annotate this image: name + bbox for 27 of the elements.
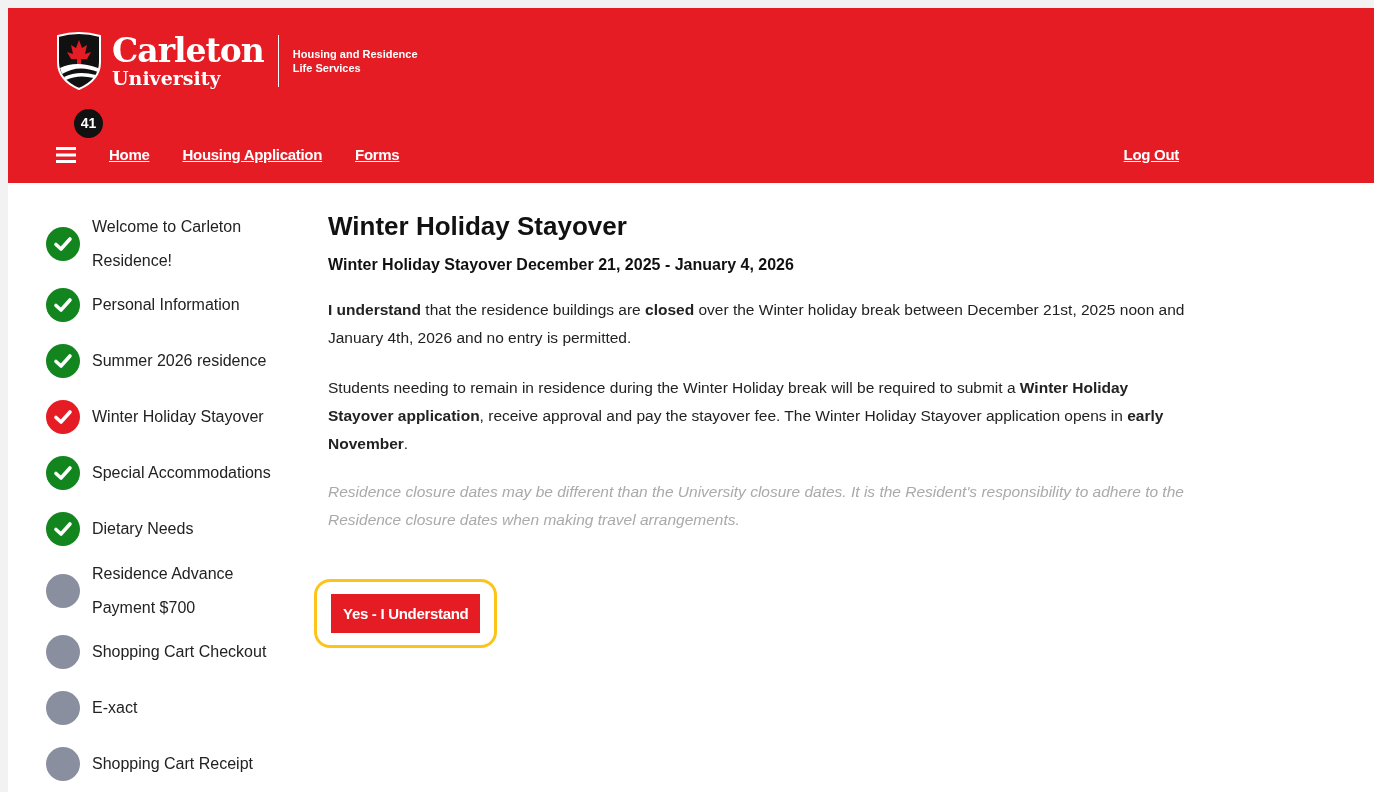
step-link[interactable]: Summer 2026 residence — [92, 344, 267, 378]
logout-link[interactable]: Log Out — [1123, 146, 1179, 163]
step-link[interactable]: E-xact — [92, 691, 138, 725]
body-paragraph: I understand that the residence buildings are closed over the Winter holiday break between December 21st, 2025 noon and January 4th, 2026 and no entry is permitted. — [328, 300, 1186, 348]
shield-logo-icon — [56, 32, 102, 90]
department-name: Life Services — [292, 61, 362, 75]
step-link[interactable]: Shopping Cart Receipt — [92, 747, 253, 781]
page-subtitle: Winter Holiday Stayover December 21, 2025 - January 4, 2026 — [328, 256, 795, 274]
step-link[interactable]: Shopping Cart Checkout — [92, 635, 267, 669]
menu-icon[interactable] — [56, 146, 76, 163]
notification-badge: 41 — [74, 108, 103, 138]
step-link[interactable]: Welcome to Carleton Residence! — [92, 209, 277, 278]
step-link[interactable]: Dietary Needs — [92, 512, 194, 546]
step-link[interactable]: Residence Advance Payment $700 — [92, 556, 277, 625]
step-link[interactable]: Special Accommodations — [92, 456, 271, 490]
department-name: Housing and Residence — [292, 47, 418, 61]
note-paragraph: Residence closure dates may be different than the University closure dates. It is the Resident's responsibility to adhere to the Residence closure dates when making travel arrangements. — [328, 482, 1185, 530]
body-paragraph: Students needing to remain in residence during the Winter Holiday break will be required to submit a Winter Holiday Stayover application, receive approval and pay the stayover fee. The Winter Holiday Stayover application opens in early November. — [328, 378, 1165, 454]
nav-link[interactable]: Forms — [355, 146, 400, 163]
nav-link[interactable]: Housing Application — [182, 146, 323, 163]
logo-subname: University — [112, 69, 222, 88]
nav-link[interactable]: Home — [109, 146, 150, 163]
step-link[interactable]: Winter Holiday Stayover — [92, 400, 264, 434]
page-title: Winter Holiday Stayover — [328, 211, 628, 242]
logo-name: Carleton — [112, 34, 264, 67]
understand-button[interactable]: Yes - I Understand — [331, 594, 481, 633]
step-link[interactable]: Personal Information — [92, 288, 240, 322]
